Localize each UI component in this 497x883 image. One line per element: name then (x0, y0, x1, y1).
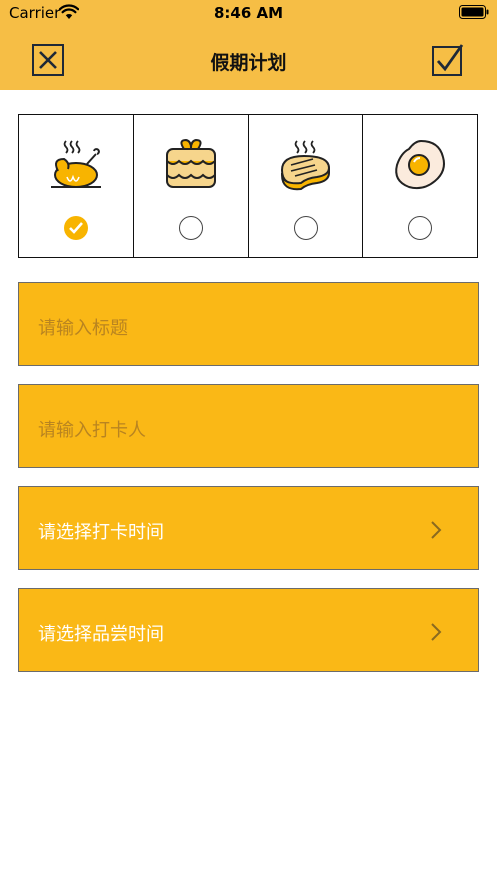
category-option-steak[interactable] (249, 115, 364, 257)
page-title: 假期计划 (210, 52, 287, 74)
nav-bar: 假期计划 (0, 26, 497, 90)
radio-unselected[interactable] (293, 216, 318, 240)
category-selector (18, 114, 478, 258)
checkmark-icon[interactable] (432, 44, 464, 76)
status-bar: Carrier 8:46 AM (0, 0, 497, 26)
checker-field[interactable]: 请输入打卡人 (18, 384, 479, 468)
tasting-time-label: 请选择品尝时间 (38, 624, 164, 645)
roast-chicken-icon (51, 140, 101, 188)
fried-egg-icon (395, 139, 446, 190)
checker-placeholder: 请输入打卡人 (38, 420, 146, 441)
chevron-right-icon (431, 521, 442, 539)
category-option-cake[interactable] (134, 115, 249, 257)
cake-icon (165, 138, 216, 188)
checkin-time-selector[interactable]: 请选择打卡时间 (18, 486, 479, 570)
title-placeholder: 请输入标题 (38, 318, 128, 339)
checkin-time-label: 请选择打卡时间 (38, 522, 164, 543)
battery-icon (459, 5, 489, 19)
category-option-egg[interactable] (363, 115, 477, 257)
title-field[interactable]: 请输入标题 (18, 282, 479, 366)
steak-icon (280, 140, 330, 191)
chevron-right-icon (431, 623, 442, 641)
tasting-time-selector[interactable]: 请选择品尝时间 (18, 588, 479, 672)
category-option-chicken[interactable] (19, 115, 134, 257)
radio-unselected[interactable] (408, 216, 433, 240)
radio-selected[interactable] (64, 216, 88, 240)
radio-unselected[interactable] (178, 216, 203, 240)
status-time: 8:46 AM (213, 4, 284, 22)
